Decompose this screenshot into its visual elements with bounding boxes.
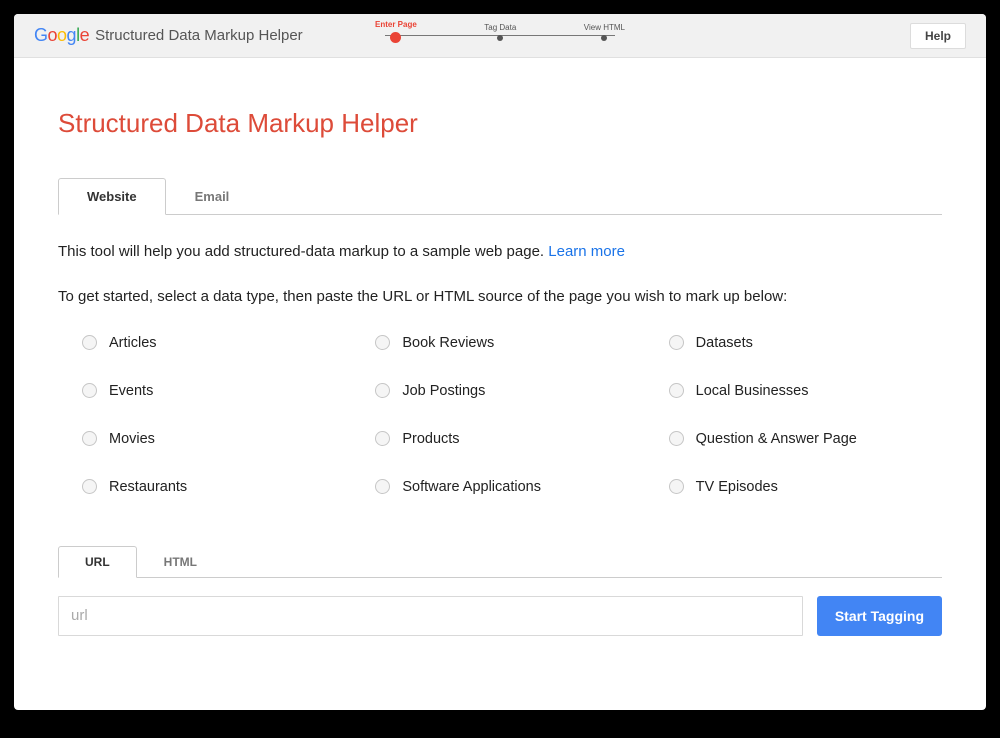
radio-icon bbox=[375, 383, 390, 398]
radio-articles[interactable]: Articles bbox=[82, 335, 355, 351]
radio-icon bbox=[375, 479, 390, 494]
step-dot-icon bbox=[390, 32, 401, 43]
step-dot-icon bbox=[601, 35, 607, 41]
instruction-text: To get started, select a data type, then… bbox=[58, 288, 942, 305]
tab-email[interactable]: Email bbox=[166, 178, 259, 215]
input-tab-url[interactable]: URL bbox=[58, 546, 137, 578]
step-enter-page[interactable]: Enter Page bbox=[375, 20, 417, 41]
input-row: Start Tagging bbox=[58, 596, 942, 636]
radio-movies[interactable]: Movies bbox=[82, 431, 355, 447]
product-name: Structured Data Markup Helper bbox=[95, 27, 303, 44]
radio-tv-episodes[interactable]: TV Episodes bbox=[669, 479, 942, 495]
radio-icon bbox=[669, 431, 684, 446]
step-view-html[interactable]: View HTML bbox=[584, 23, 625, 41]
intro-text: This tool will help you add structured-d… bbox=[58, 241, 942, 264]
url-input[interactable] bbox=[58, 596, 803, 636]
step-tag-data[interactable]: Tag Data bbox=[484, 23, 516, 41]
radio-icon bbox=[375, 335, 390, 350]
progress-stepper: Enter Page Tag Data View HTML bbox=[375, 20, 625, 41]
main-content: Structured Data Markup Helper Website Em… bbox=[14, 58, 986, 656]
radio-book-reviews[interactable]: Book Reviews bbox=[375, 335, 648, 351]
learn-more-link[interactable]: Learn more bbox=[548, 243, 625, 260]
help-button[interactable]: Help bbox=[910, 23, 966, 49]
radio-products[interactable]: Products bbox=[375, 431, 648, 447]
radio-events[interactable]: Events bbox=[82, 383, 355, 399]
input-mode-tabs: URL HTML bbox=[58, 545, 942, 578]
source-type-tabs: Website Email bbox=[58, 177, 942, 215]
radio-icon bbox=[375, 431, 390, 446]
radio-icon bbox=[669, 383, 684, 398]
radio-icon bbox=[82, 431, 97, 446]
radio-icon bbox=[669, 479, 684, 494]
logo-group: Google Structured Data Markup Helper bbox=[34, 25, 303, 46]
start-tagging-button[interactable]: Start Tagging bbox=[817, 596, 942, 636]
input-tab-html[interactable]: HTML bbox=[137, 546, 224, 578]
tab-website[interactable]: Website bbox=[58, 178, 166, 215]
radio-icon bbox=[82, 479, 97, 494]
step-dot-icon bbox=[497, 35, 503, 41]
radio-job-postings[interactable]: Job Postings bbox=[375, 383, 648, 399]
data-type-grid: Articles Book Reviews Datasets Events Jo… bbox=[58, 335, 942, 495]
radio-qa-page[interactable]: Question & Answer Page bbox=[669, 431, 942, 447]
page-title: Structured Data Markup Helper bbox=[58, 108, 942, 139]
radio-software-apps[interactable]: Software Applications bbox=[375, 479, 648, 495]
radio-icon bbox=[669, 335, 684, 350]
radio-datasets[interactable]: Datasets bbox=[669, 335, 942, 351]
radio-local-businesses[interactable]: Local Businesses bbox=[669, 383, 942, 399]
header-bar: Google Structured Data Markup Helper Ent… bbox=[14, 14, 986, 58]
radio-icon bbox=[82, 383, 97, 398]
radio-icon bbox=[82, 335, 97, 350]
google-logo: Google bbox=[34, 25, 89, 46]
radio-restaurants[interactable]: Restaurants bbox=[82, 479, 355, 495]
